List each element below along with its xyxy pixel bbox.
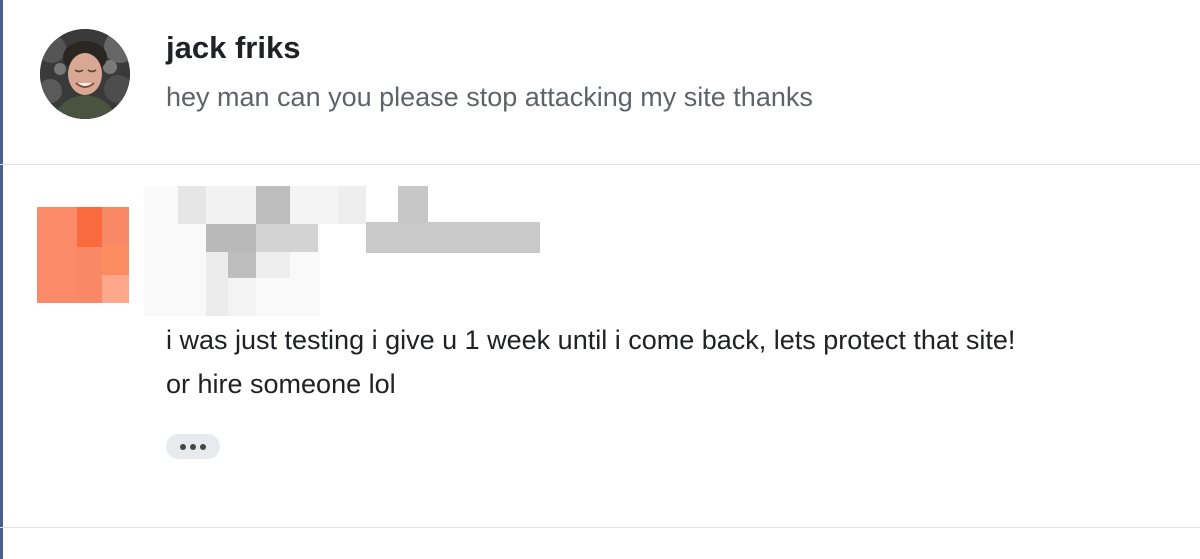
message-divider — [0, 164, 1200, 165]
email-thread-view: jack friks hey man can you please stop a… — [0, 0, 1200, 559]
sender-name: jack friks — [166, 30, 301, 65]
redacted-avatar — [37, 207, 129, 303]
message-body-line: or hire someone lol — [166, 369, 396, 399]
more-horizontal-icon — [180, 443, 186, 450]
message-divider — [0, 527, 1200, 528]
message-body-line: i was just testing i give u 1 week until… — [166, 325, 1016, 355]
more-dot — [200, 443, 206, 450]
message-snippet: hey man can you please stop attacking my… — [166, 82, 813, 112]
redacted-sender-info — [144, 186, 540, 316]
sender-avatar[interactable] — [40, 29, 130, 119]
more-dot — [190, 443, 196, 450]
collapsed-message[interactable]: jack friks hey man can you please stop a… — [0, 0, 1200, 164]
sender-photo — [40, 29, 130, 119]
show-trimmed-content-button[interactable] — [166, 434, 220, 459]
